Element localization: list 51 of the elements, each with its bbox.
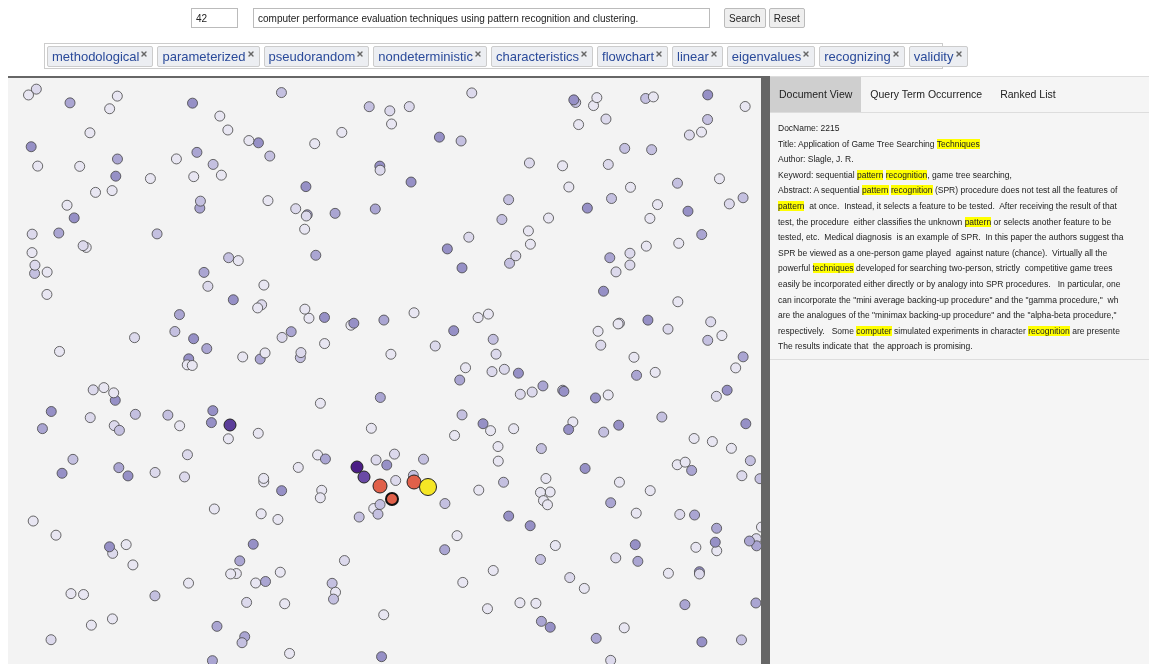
term-tag[interactable]: linear bbox=[672, 45, 723, 67]
panel-tab[interactable]: Ranked List bbox=[991, 77, 1065, 112]
remove-icon[interactable] bbox=[580, 49, 589, 58]
document-text-line: DocName: 2215 bbox=[778, 122, 840, 135]
term-label: flowchart bbox=[602, 47, 655, 66]
term-tag[interactable]: characteristics bbox=[490, 45, 594, 67]
document-text-line: The results indicate that the approach is promising. bbox=[778, 340, 973, 354]
remove-icon[interactable] bbox=[954, 49, 963, 58]
remove-icon[interactable] bbox=[356, 49, 365, 58]
panel-tab[interactable]: Document View bbox=[770, 77, 862, 112]
document-text-line: Author: Slagle, J. R. bbox=[778, 153, 854, 167]
document-text-line: SPR be viewed as a one-person game played against nature (chance). Virtually all the bbox=[778, 246, 1108, 260]
term-label: parameterized bbox=[162, 47, 246, 66]
term-tag[interactable]: flowchart bbox=[597, 45, 669, 67]
remove-icon[interactable] bbox=[709, 49, 718, 58]
document-text-line: pattern at once. Instead, it selects a feature to be tested. After receiving the result of that bbox=[778, 199, 1117, 213]
term-label: eigenvalues bbox=[731, 47, 802, 66]
term-tag[interactable]: nondeterministic bbox=[373, 45, 487, 67]
term-tag[interactable]: eigenvalues bbox=[726, 45, 816, 67]
remove-icon[interactable] bbox=[891, 49, 900, 58]
remove-icon[interactable] bbox=[802, 49, 811, 58]
document-text-line: easily be incorporated either directly or by analogy into SPR procedures. In particular, one bbox=[778, 277, 1121, 291]
term-label: methodological bbox=[52, 47, 140, 66]
document-text-line: test, the procedure either classifies the unknown pattern or selects another feature to be bbox=[778, 215, 1112, 229]
term-tag[interactable]: pseudorandom bbox=[263, 45, 370, 67]
term-tag[interactable]: validity bbox=[908, 45, 968, 67]
remove-icon[interactable] bbox=[140, 49, 149, 58]
remove-icon[interactable] bbox=[655, 49, 664, 58]
document-text-line: tested, etc. Medical diagnosis is an example of SPR. In this paper the authors suggest tha bbox=[778, 231, 1124, 245]
remove-icon[interactable] bbox=[473, 49, 482, 58]
query-field[interactable]: computer performance evaluation techniques using pattern recognition and clustering. bbox=[253, 8, 710, 28]
panel-tab[interactable]: Query Term Occurrence bbox=[861, 77, 992, 112]
term-tag[interactable]: methodological bbox=[47, 45, 154, 67]
document-text-line: Abstract: A sequential pattern recognition (SPR) procedure does not test all the features of bbox=[778, 184, 1118, 198]
document-text-line: can incorporate the "mini average backing-up procedure" and the "gamma procedure," wh bbox=[778, 293, 1119, 307]
term-label: pseudorandom bbox=[268, 47, 356, 66]
term-label: nondeterministic bbox=[378, 47, 473, 66]
document-text-line: Keyword: sequential pattern recognition, game tree searching, bbox=[778, 168, 1012, 182]
term-label: characteristics bbox=[495, 47, 580, 66]
search-button[interactable]: Search bbox=[724, 8, 766, 28]
document-text-line: are the analogues of the "minimax backing-up procedure" and the "alpha-beta procedure," bbox=[778, 309, 1117, 323]
term-tag[interactable]: parameterized bbox=[157, 45, 260, 67]
document-text-line: Title: Application of Game Tree Searching Techniques bbox=[778, 137, 980, 151]
remove-icon[interactable] bbox=[246, 49, 255, 58]
document-text-line: respectively. Some computer simulated experiments in character recognition are presente bbox=[778, 324, 1120, 338]
reset-button[interactable]: Reset bbox=[768, 8, 805, 28]
term-label: linear bbox=[677, 47, 709, 66]
topic-id-field[interactable]: 42 bbox=[191, 8, 238, 28]
term-label: validity bbox=[913, 47, 954, 66]
term-label: recognizing bbox=[824, 47, 891, 66]
term-tag[interactable]: recognizing bbox=[819, 45, 905, 67]
